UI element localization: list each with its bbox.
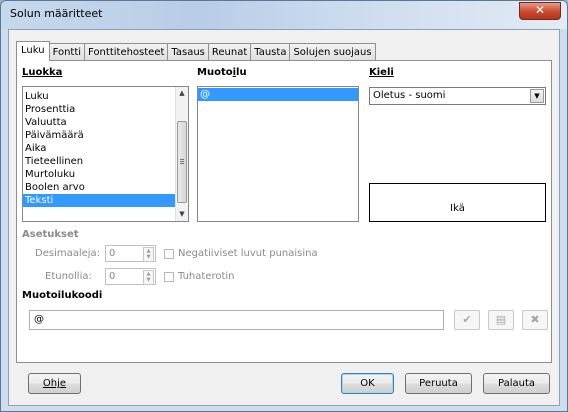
leading-zeros-spinner[interactable]: 0 ▲ ▼ [105, 268, 156, 285]
checkmark-icon: ✔ [462, 313, 472, 326]
category-list[interactable]: Luku Prosenttia Valuutta Päivämäärä Aika… [22, 86, 189, 222]
close-button[interactable]: ✕ [519, 2, 561, 20]
leading-zeros-value: 0 [109, 271, 116, 282]
cancel-button[interactable]: Peruuta [405, 373, 472, 394]
format-heading: Muotoilu [197, 67, 247, 78]
scroll-thumb[interactable] [177, 121, 187, 203]
category-items: Luku Prosenttia Valuutta Päivämäärä Aika… [23, 87, 188, 207]
negative-red-checkbox[interactable] [164, 249, 174, 259]
format-code-heading: Muotoilukoodi [22, 290, 103, 301]
preview-text: Ikä [450, 203, 465, 214]
category-heading: Luokka [22, 67, 62, 78]
format-list[interactable]: @ [197, 86, 359, 222]
decimals-value: 0 [109, 248, 116, 259]
edit-comment-button[interactable]: ▤ [488, 310, 514, 330]
format-preview: Ikä [369, 183, 546, 222]
delete-code-button[interactable]: ✖ [522, 310, 548, 330]
tab-panel-luku: Luokka Luku Prosenttia Valuutta Päivämää… [16, 60, 552, 363]
reset-button[interactable]: Palauta [483, 373, 550, 394]
ok-button[interactable]: OK [341, 373, 394, 394]
dialog-window: Solun määritteet ✕ Luku Fontti Fonttiteh… [0, 0, 568, 412]
scroll-up-icon[interactable]: ▲ [176, 87, 188, 100]
negative-red-label: Negatiiviset luvut punaisina [178, 248, 318, 259]
chevron-down-icon[interactable]: ▼ [530, 89, 544, 103]
leading-zeros-spin-buttons[interactable]: ▲ ▼ [143, 270, 154, 285]
format-heading-c: lu [236, 67, 247, 78]
category-item-valuutta[interactable]: Valuutta [23, 116, 188, 129]
thousands-separator-label: Tuhaterotin [178, 271, 235, 282]
title-bar[interactable]: Solun määritteet ✕ [1, 1, 567, 29]
language-heading: Kieli [369, 67, 394, 78]
tab-solujen-suojaus[interactable]: Solujen suojaus [289, 43, 376, 60]
options-heading: Asetukset [22, 229, 79, 240]
spin-down-icon[interactable]: ▼ [144, 277, 153, 283]
dialog-client: Luku Fontti Fonttitehosteet Tasaus Reuna… [8, 29, 560, 406]
language-heading-text: Kieli [369, 67, 394, 78]
grip-line [180, 161, 184, 162]
category-item-prosenttia[interactable]: Prosenttia [23, 103, 188, 116]
format-heading-a: Muoto [197, 67, 233, 78]
format-item-at[interactable]: @ [198, 88, 358, 101]
help-button[interactable]: Ohje [28, 373, 81, 394]
tab-tasaus[interactable]: Tasaus [167, 43, 209, 60]
spin-down-icon[interactable]: ▼ [144, 254, 153, 260]
category-item-paivamaara[interactable]: Päivämäärä [23, 129, 188, 142]
decimals-spin-buttons[interactable]: ▲ ▼ [143, 247, 154, 262]
tab-reunat[interactable]: Reunat [207, 43, 252, 60]
category-item-boolen-arvo[interactable]: Boolen arvo [23, 181, 188, 194]
category-scrollbar[interactable]: ▲ ▼ [175, 87, 188, 221]
decimals-spinner[interactable]: 0 ▲ ▼ [105, 245, 156, 262]
category-item-teksti[interactable]: Teksti [23, 194, 175, 207]
tab-fontti[interactable]: Fontti [48, 43, 86, 60]
tab-fonttitehosteet[interactable]: Fonttitehosteet [84, 43, 169, 60]
language-select[interactable]: Oletus - suomi ▼ [369, 87, 546, 105]
help-label: Ohje [42, 378, 67, 389]
delete-icon: ✖ [530, 313, 540, 326]
category-item-aika[interactable]: Aika [23, 142, 188, 155]
note-icon: ▤ [495, 313, 507, 326]
tab-bar: Luku Fontti Fonttitehosteet Tasaus Reuna… [16, 41, 376, 61]
apply-code-button[interactable]: ✔ [454, 310, 480, 330]
format-code-value: @ [34, 314, 44, 325]
leading-zeros-label: Etunollia: [45, 271, 92, 282]
grip-line [180, 159, 184, 160]
decimals-label: Desimaaleja: [35, 248, 101, 259]
scroll-down-icon[interactable]: ▼ [176, 208, 188, 221]
category-item-murtoluku[interactable]: Murtoluku [23, 168, 188, 181]
close-icon: ✕ [534, 3, 546, 17]
thousands-separator-checkbox[interactable] [164, 272, 174, 282]
window-title: Solun määritteet [10, 7, 103, 20]
language-select-value: Oletus - suomi [373, 90, 446, 101]
format-items: @ [198, 87, 358, 101]
tab-luku[interactable]: Luku [16, 41, 50, 61]
tab-tausta[interactable]: Tausta [250, 43, 291, 60]
category-item-luku[interactable]: Luku [23, 90, 188, 103]
category-item-tieteellinen[interactable]: Tieteellinen [23, 155, 188, 168]
format-code-input[interactable]: @ [29, 310, 444, 330]
grip-line [180, 163, 184, 164]
category-heading-text: Luokka [22, 67, 63, 78]
